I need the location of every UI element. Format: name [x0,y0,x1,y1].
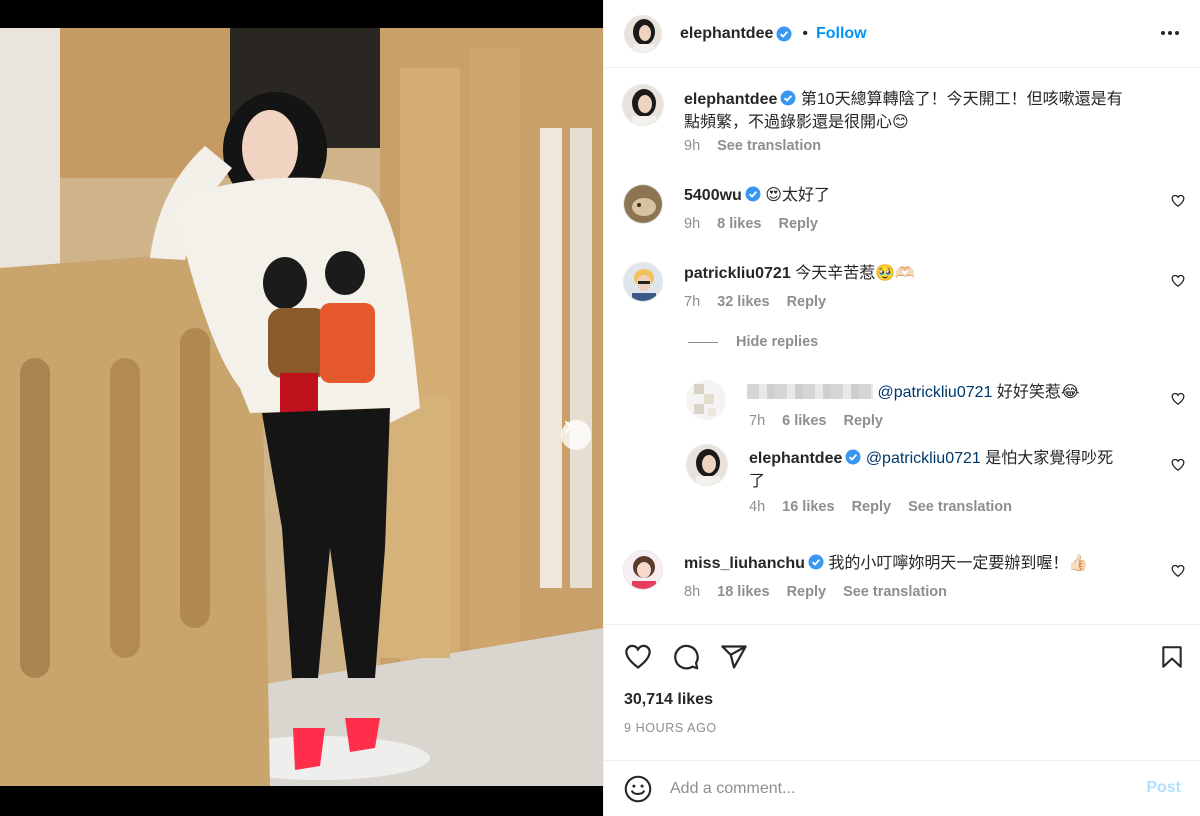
chevron-right-icon [565,421,573,433]
commenter-avatar[interactable] [623,262,663,302]
comment-timestamp: 9h [684,216,701,232]
caption-text-line1: 第10天總算轉陰了！今天開工！但咳嗽還是有 [800,91,1123,108]
comment-timestamp: 7h [684,294,701,310]
comment-likes[interactable]: 18 likes [717,584,769,600]
comment-text: 我的小叮嚀妳明天一定要辦到喔！👍🏻 [828,555,1089,572]
add-comment-bar: Post [604,760,1200,816]
reply-button[interactable]: Reply [778,216,818,232]
comment-meta: 9h 8 likes Reply [684,216,818,232]
caption-text-line2: 點頻繁，不過錄影還是很開心😊 [684,114,909,131]
heart-icon[interactable] [1171,392,1185,406]
reply-button[interactable]: Reply [787,584,827,600]
blurred-username [747,384,873,399]
heart-icon[interactable] [1171,274,1185,288]
like-heart-icon[interactable] [624,643,652,671]
comment-username[interactable]: patrickliu0721 [684,265,791,282]
comment-meta: 8h 18 likes Reply See translation [684,584,947,600]
author-avatar[interactable] [624,14,662,53]
verified-badge-icon [845,449,861,465]
caption-timestamp: 9h [684,138,701,154]
post-header: elephantdee • Follow [604,0,1200,68]
comment-text: 今天辛苦惹🥹🫶🏻 [795,265,916,282]
post-photo[interactable] [0,28,603,786]
reply-mention[interactable]: @patrickliu0721 [877,384,992,401]
next-slide-button[interactable] [561,420,591,450]
reply-button[interactable]: Reply [787,294,827,310]
commenter-avatar[interactable] [686,380,726,420]
follow-button[interactable]: Follow [816,25,867,43]
comment-icon[interactable] [672,643,700,671]
verified-badge-icon [808,554,824,570]
more-options-icon[interactable] [1159,22,1181,44]
likes-count[interactable]: 30,714 likes [624,691,713,709]
caption-username[interactable]: elephantdee [684,91,777,108]
caption-meta: 9h See translation [684,138,821,154]
author-username[interactable]: elephantdee [680,25,773,43]
author-avatar[interactable] [622,84,664,126]
comment-meta: 7h 32 likes Reply [684,294,826,310]
comment-timestamp: 8h [684,584,701,600]
post-timestamp[interactable]: 9 HOURS AGO [624,721,717,735]
heart-icon[interactable] [1171,564,1185,578]
comment-username[interactable]: 5400wu [684,187,742,204]
photo-illustration [0,28,603,786]
reply-text: 好好笑惹😂 [996,384,1080,401]
see-translation-link[interactable]: See translation [843,584,947,600]
comment-input[interactable] [670,775,1110,803]
replies-divider [688,341,718,343]
reply-meta: 7h 6 likes Reply [749,413,883,429]
verified-badge-icon [745,186,761,202]
reply-meta: 4h 16 likes Reply See translation [749,499,1012,515]
bookmark-icon[interactable] [1159,643,1185,671]
separator-dot: • [802,24,808,42]
heart-icon[interactable] [1171,458,1185,472]
hide-replies-label: Hide replies [736,334,819,350]
verified-badge-icon [776,26,792,41]
see-translation-link[interactable]: See translation [717,138,821,154]
heart-icon[interactable] [1171,194,1185,208]
post-media [0,0,603,816]
comment-username[interactable]: miss_liuhanchu [684,555,805,572]
emoji-icon[interactable] [624,775,652,803]
commenter-avatar[interactable] [623,184,663,224]
reply-username[interactable]: elephantdee [749,450,842,467]
reply-button[interactable]: Reply [852,499,892,515]
reply-mention[interactable]: @patrickliu0721 [866,450,981,467]
comment-likes[interactable]: 8 likes [717,216,761,232]
hide-replies-button[interactable]: Hide replies [688,334,818,350]
see-translation-link[interactable]: See translation [908,499,1012,515]
reply-likes[interactable]: 6 likes [782,413,826,429]
reply-button[interactable]: Reply [843,413,883,429]
comment-likes[interactable]: 32 likes [717,294,769,310]
post-comment-button[interactable]: Post [1146,779,1181,797]
post-panel: elephantdee • Follow elephantdee 第10天總算轉… [603,0,1200,816]
reply-likes[interactable]: 16 likes [782,499,834,515]
comment-text: 😍太好了 [765,187,830,204]
commenter-avatar[interactable] [623,550,663,590]
share-icon[interactable] [720,643,748,671]
reply-timestamp: 4h [749,499,766,515]
reply-text-line1: 是怕大家覺得吵死 [985,450,1114,467]
verified-badge-icon [780,90,796,106]
reply-text-line2: 了 [749,473,766,490]
post-actions: 30,714 likes 9 HOURS AGO [604,624,1200,760]
author-avatar[interactable] [686,444,728,486]
reply-timestamp: 7h [749,413,766,429]
